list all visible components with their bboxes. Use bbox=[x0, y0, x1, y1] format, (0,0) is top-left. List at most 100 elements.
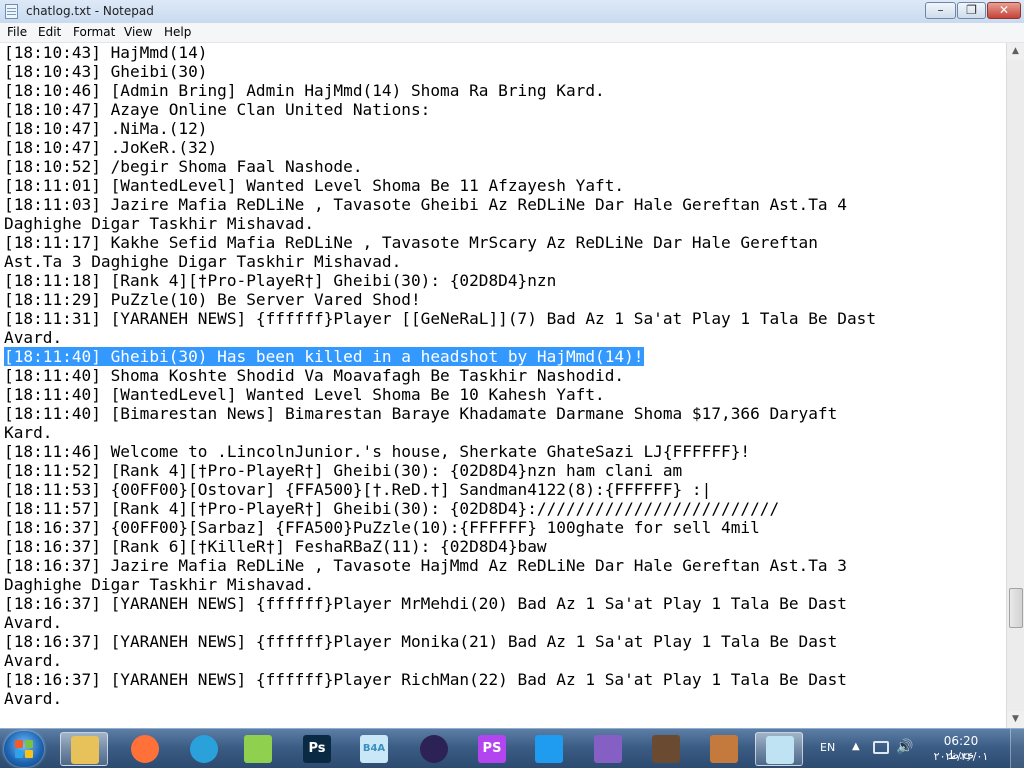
text-line: Daghighe Digar Taskhir Mishavad. bbox=[4, 575, 876, 594]
notepad-icon bbox=[766, 736, 794, 764]
minimize-button[interactable]: – bbox=[925, 2, 956, 19]
text-line-content: Daghighe Digar Taskhir Mishavad. bbox=[4, 214, 315, 233]
phpstorm-icon: PS bbox=[478, 735, 506, 763]
text-line-content: [18:11:17] Kakhe Sefid Mafia ReDLiNe , T… bbox=[4, 233, 818, 252]
text-line-content: Kard. bbox=[4, 423, 53, 442]
show-desktop-button[interactable] bbox=[1010, 729, 1024, 768]
system-tray: EN ▲ 🔊 06:20 ب.ظ ۲۰۲۰/۳۴/۰۱ bbox=[810, 729, 1024, 768]
menu-edit[interactable]: Edit bbox=[38, 25, 61, 39]
text-line: Avard. bbox=[4, 689, 876, 708]
text-line-content: [18:11:03] Jazire Mafia ReDLiNe , Tavaso… bbox=[4, 195, 847, 214]
menu-help[interactable]: Help bbox=[164, 25, 191, 39]
text-line: [18:11:29] PuZzle(10) Be Server Vared Sh… bbox=[4, 290, 876, 309]
show-hidden-icons-icon[interactable]: ▲ bbox=[852, 741, 860, 752]
text-line-content: [18:11:40] [Bimarestan News] Bimarestan … bbox=[4, 404, 838, 423]
menu-file[interactable]: File bbox=[7, 25, 27, 39]
text-line-content: [18:11:53] {00FF00}[Ostovar] {FFA500}[†.… bbox=[4, 480, 712, 499]
visual-studio-icon bbox=[594, 735, 622, 763]
vertical-scrollbar[interactable]: ▲ ▼ bbox=[1006, 43, 1024, 728]
text-line: [18:11:53] {00FF00}[Ostovar] {FFA500}[†.… bbox=[4, 480, 876, 499]
taskbar: Ps B4A PS EN ▲ 🔊 06:20 ب.ظ ۲۰۲۰/۳۴/۰۱ bbox=[0, 728, 1024, 768]
text-line: [18:10:47] Azaye Online Clan United Nati… bbox=[4, 100, 876, 119]
b4a-icon: B4A bbox=[360, 735, 388, 763]
text-line-content: [18:11:52] [Rank 4][†Pro-PlayeR†] Gheibi… bbox=[4, 461, 683, 480]
network-icon[interactable] bbox=[873, 741, 889, 754]
text-line: [18:16:37] [YARANEH NEWS] {ffffff}Player… bbox=[4, 594, 876, 613]
text-content: [18:10:43] HajMmd(14) [18:10:43] Gheibi(3… bbox=[4, 43, 876, 708]
text-line: Daghighe Digar Taskhir Mishavad. bbox=[4, 214, 876, 233]
text-line: [18:16:37] [Rank 6][†KilleR†] FeshaRBaZ(… bbox=[4, 537, 876, 556]
selected-text-line: [18:11:40] Gheibi(30) Has been killed in… bbox=[4, 347, 876, 366]
text-line: [18:10:46] [Admin Bring] Admin HajMmd(14… bbox=[4, 81, 876, 100]
menu-format[interactable]: Format bbox=[73, 25, 115, 39]
taskbar-gta-sa-mp-2-button[interactable] bbox=[700, 732, 748, 766]
text-line-content: [18:11:46] Welcome to .LincolnJunior.'s … bbox=[4, 442, 751, 461]
file-explorer-icon bbox=[71, 736, 99, 764]
scroll-up-arrow-icon[interactable]: ▲ bbox=[1007, 43, 1024, 60]
scroll-down-arrow-icon[interactable]: ▼ bbox=[1007, 711, 1024, 728]
language-indicator[interactable]: EN bbox=[820, 741, 835, 754]
text-line: [18:10:43] HajMmd(14) bbox=[4, 43, 876, 62]
text-line-content: [18:10:43] Gheibi(30) bbox=[4, 62, 208, 81]
text-line: Avard. bbox=[4, 328, 876, 347]
text-line: [18:16:37] {00FF00}[Sarbaz] {FFA500}PuZz… bbox=[4, 518, 876, 537]
text-line: Kard. bbox=[4, 423, 876, 442]
text-line-content: [18:10:47] .JoKeR.(32) bbox=[4, 138, 218, 157]
maximize-button[interactable]: ❐ bbox=[957, 2, 986, 19]
text-line-content: [18:11:40] Shoma Koshte Shodid Va Moavaf… bbox=[4, 366, 625, 385]
taskbar-visual-studio-button[interactable] bbox=[584, 732, 632, 766]
text-line-content: [18:10:47] Azaye Online Clan United Nati… bbox=[4, 100, 431, 119]
text-line-content: Avard. bbox=[4, 613, 63, 632]
taskbar-eclipse-button[interactable] bbox=[410, 732, 458, 766]
text-line-content: [18:10:46] [Admin Bring] Admin HajMmd(14… bbox=[4, 81, 605, 100]
text-line-content: Avard. bbox=[4, 651, 63, 670]
text-line-content: [18:11:31] [YARANEH NEWS] {ffffff}Player… bbox=[4, 309, 877, 328]
taskbar-phpstorm-button[interactable]: PS bbox=[468, 732, 516, 766]
text-line-content: Daghighe Digar Taskhir Mishavad. bbox=[4, 575, 315, 594]
notepad-window: chatlog.txt - Notepad – ❐ ✕ File Edit Fo… bbox=[0, 0, 1024, 728]
taskbar-file-explorer-button[interactable] bbox=[60, 732, 108, 766]
eclipse-icon bbox=[420, 735, 448, 763]
telegram-icon bbox=[190, 735, 218, 763]
text-line-content: Avard. bbox=[4, 689, 63, 708]
photoshop-icon: Ps bbox=[303, 735, 331, 763]
volume-icon[interactable]: 🔊 bbox=[896, 739, 913, 755]
text-line: [18:16:37] Jazire Mafia ReDLiNe , Tavaso… bbox=[4, 556, 876, 575]
window-title: chatlog.txt - Notepad bbox=[26, 4, 154, 18]
taskbar-notepad-plus-plus-button[interactable] bbox=[234, 732, 282, 766]
taskbar-gta-sa-mp-button[interactable] bbox=[642, 732, 690, 766]
text-line-content: [18:16:37] Jazire Mafia ReDLiNe , Tavaso… bbox=[4, 556, 847, 575]
title-bar[interactable]: chatlog.txt - Notepad – ❐ ✕ bbox=[0, 0, 1024, 24]
text-line: [18:11:31] [YARANEH NEWS] {ffffff}Player… bbox=[4, 309, 876, 328]
vscode-icon bbox=[535, 735, 563, 763]
taskbar-telegram-button[interactable] bbox=[180, 732, 228, 766]
taskbar-firefox-button[interactable] bbox=[121, 732, 169, 766]
close-button[interactable]: ✕ bbox=[987, 2, 1021, 19]
firefox-icon bbox=[131, 735, 159, 763]
text-line: [18:11:40] Shoma Koshte Shodid Va Moavaf… bbox=[4, 366, 876, 385]
taskbar-photoshop-button[interactable]: Ps bbox=[293, 732, 341, 766]
scrollbar-thumb[interactable] bbox=[1009, 588, 1023, 628]
taskbar-notepad-button[interactable] bbox=[755, 732, 803, 766]
notepad-app-icon[interactable] bbox=[5, 4, 18, 19]
text-line: [18:11:52] [Rank 4][†Pro-PlayeR†] Gheibi… bbox=[4, 461, 876, 480]
text-line-content: [18:10:47] .NiMa.(12) bbox=[4, 119, 208, 138]
text-line: [18:11:46] Welcome to .LincolnJunior.'s … bbox=[4, 442, 876, 461]
text-line-content: [18:11:29] PuZzle(10) Be Server Vared Sh… bbox=[4, 290, 421, 309]
text-line-content: [18:16:37] [YARANEH NEWS] {ffffff}Player… bbox=[4, 594, 847, 613]
menu-view[interactable]: View bbox=[124, 25, 152, 39]
start-button[interactable] bbox=[4, 731, 44, 767]
text-line-content: [18:10:43] HajMmd(14) bbox=[4, 43, 208, 62]
clock-date[interactable]: ۲۰۲۰/۳۴/۰۱ bbox=[928, 750, 994, 763]
taskbar-vscode-button[interactable] bbox=[525, 732, 573, 766]
text-line: [18:11:18] [Rank 4][†Pro-PlayeR†] Gheibi… bbox=[4, 271, 876, 290]
text-line: [18:16:37] [YARANEH NEWS] {ffffff}Player… bbox=[4, 670, 876, 689]
text-line: [18:16:37] [YARANEH NEWS] {ffffff}Player… bbox=[4, 632, 876, 651]
taskbar-b4a-button[interactable]: B4A bbox=[350, 732, 398, 766]
text-line-content: [18:16:37] [YARANEH NEWS] {ffffff}Player… bbox=[4, 670, 847, 689]
menu-bar: File Edit Format View Help bbox=[0, 23, 1024, 43]
notepad-plus-plus-icon bbox=[244, 735, 272, 763]
gta-sa-mp-2-icon bbox=[710, 735, 738, 763]
text-editor[interactable]: [18:10:43] HajMmd(14) [18:10:43] Gheibi(3… bbox=[0, 43, 1006, 728]
text-line: [18:11:40] [WantedLevel] Wanted Level Sh… bbox=[4, 385, 876, 404]
